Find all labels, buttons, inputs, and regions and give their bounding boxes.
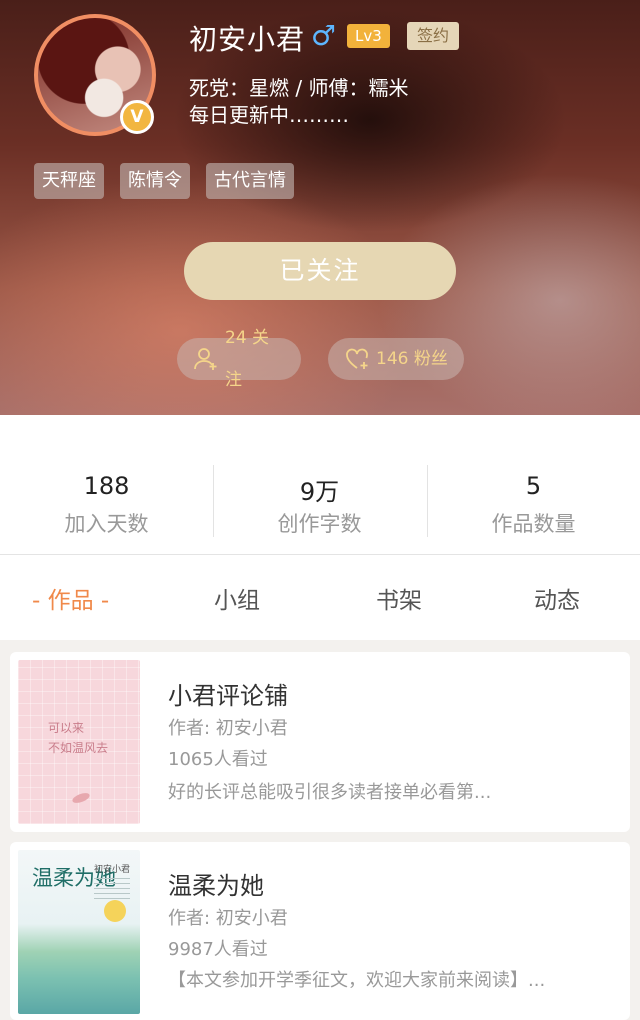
tab-bookshelf[interactable]: 书架	[376, 581, 422, 615]
work-title: 温柔为她	[168, 872, 264, 900]
stat-value: 9万	[299, 478, 340, 506]
stat-label: 创作字数	[277, 512, 362, 536]
book-cover: 可以来 不如温风去	[18, 660, 140, 824]
work-views: 9987人看过	[168, 939, 268, 960]
heart-plus-icon	[344, 346, 370, 372]
work-description: 【本文参加开学季征文，欢迎大家前来阅读】...	[168, 970, 546, 991]
stat-value: 5	[525, 472, 542, 500]
verified-badge: V	[120, 100, 154, 134]
profile-tabs: - 作品 - 小组 书架 动态	[0, 555, 640, 640]
stat-value: 188	[83, 472, 130, 500]
fans-count-button[interactable]: 146 粉丝	[328, 338, 464, 380]
stat-works-count: 5 作品数量	[427, 415, 640, 555]
tab-works[interactable]: - 作品 -	[32, 581, 109, 615]
signed-badge: 签约	[407, 22, 460, 50]
work-title: 小君评论铺	[168, 682, 288, 710]
stats-bar: 188 加入天数 9万 创作字数 5 作品数量	[0, 415, 640, 555]
leaf-decoration	[71, 791, 91, 805]
cover-text-line: 不如温风去	[48, 741, 109, 755]
tab-activity[interactable]: 动态	[534, 581, 580, 615]
tag-item[interactable]: 陈情令	[120, 163, 190, 199]
level-badge: Lv3	[347, 24, 390, 48]
cover-decoration	[94, 878, 130, 900]
work-author: 作者: 初安小君	[168, 908, 288, 929]
stat-join-days: 188 加入天数	[0, 415, 213, 555]
tag-list: 天秤座 陈情令 古代言情	[34, 163, 294, 199]
male-icon: ♂	[311, 19, 337, 52]
stat-label: 加入天数	[64, 512, 149, 536]
work-description: 好的长评总能吸引很多读者接单必看第...	[168, 782, 492, 803]
work-card[interactable]: 温柔为她 初安小君 温柔为她 作者: 初安小君 9987人看过 【本文参加开学季…	[10, 842, 630, 1020]
cover-author: 初安小君	[94, 865, 131, 875]
work-author: 作者: 初安小君	[168, 718, 288, 739]
book-cover: 温柔为她 初安小君	[18, 850, 140, 1014]
following-count: 24 关注	[225, 328, 270, 390]
cover-text-line: 可以来	[48, 721, 85, 735]
work-card[interactable]: 可以来 不如温风去 小君评论铺 作者: 初安小君 1065人看过 好的长评总能吸…	[10, 652, 630, 832]
following-count-button[interactable]: 24 关注	[177, 328, 301, 390]
bio-line-1: 死党：星燃 / 师傅：糯米	[189, 76, 409, 100]
stat-word-count: 9万 创作字数	[213, 415, 426, 555]
fans-count: 146 粉丝	[376, 349, 448, 369]
tag-item[interactable]: 天秤座	[34, 163, 104, 199]
tab-groups[interactable]: 小组	[214, 581, 260, 615]
cover-text: 可以来 不如温风去	[48, 718, 108, 758]
avatar[interactable]: V	[34, 14, 156, 136]
tag-item[interactable]: 古代言情	[206, 163, 294, 199]
stat-label: 作品数量	[491, 512, 576, 536]
username: 初安小君	[189, 23, 306, 56]
profile-header: V 初安小君 ♂ Lv3 签约 死党：星燃 / 师傅：糯米 每日更新中……… 天…	[0, 0, 640, 415]
bio-line-2: 每日更新中………	[189, 103, 349, 127]
work-views: 1065人看过	[168, 749, 268, 770]
follow-button[interactable]: 已关注	[184, 242, 456, 300]
sun-decoration	[104, 900, 126, 922]
user-add-icon	[193, 346, 219, 372]
